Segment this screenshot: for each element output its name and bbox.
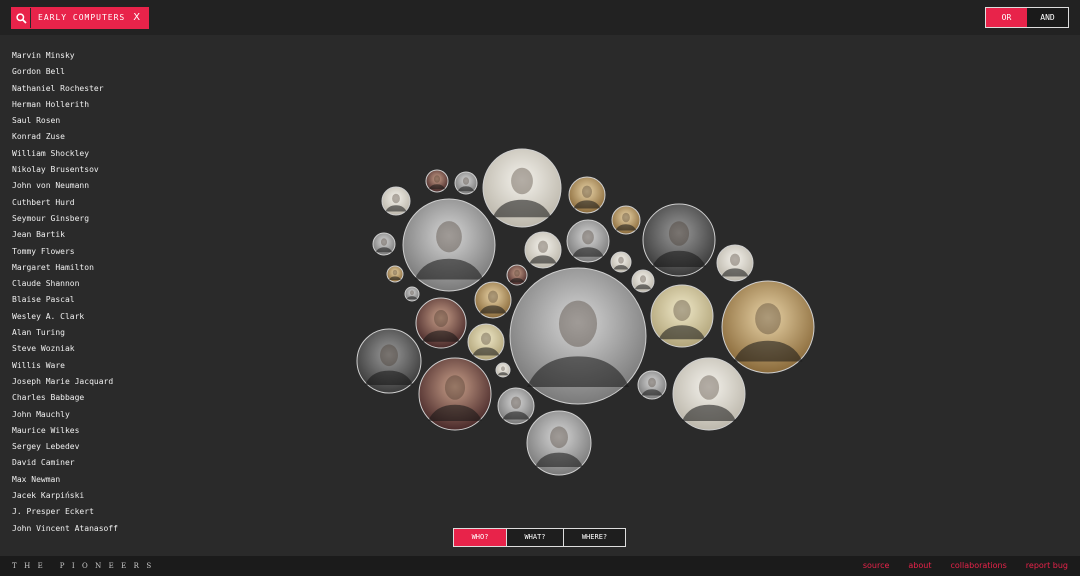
pioneer-portrait-bubble[interactable] bbox=[402, 198, 496, 292]
pioneer-portrait-bubble[interactable] bbox=[611, 205, 641, 235]
pioneer-portrait-bubble[interactable] bbox=[716, 244, 754, 282]
pioneer-list-item[interactable]: Willis Ware bbox=[12, 358, 118, 374]
pioneer-portrait-bubble[interactable] bbox=[672, 357, 746, 431]
search-icon[interactable] bbox=[12, 8, 31, 28]
pioneer-portrait-bubble[interactable] bbox=[524, 231, 562, 269]
view-tabs: WHO? WHAT? WHERE? bbox=[453, 528, 626, 547]
search-filter-tag[interactable]: EARLY COMPUTERS X bbox=[11, 7, 150, 29]
pioneer-list-item[interactable]: John Vincent Atanasoff bbox=[12, 521, 118, 537]
pioneer-list-item[interactable]: Saul Rosen bbox=[12, 113, 118, 129]
logic-and-button[interactable]: AND bbox=[1027, 8, 1068, 27]
search-filter-label: EARLY COMPUTERS bbox=[38, 13, 126, 22]
footer: THE PIONEERS source about collaborations… bbox=[0, 556, 1080, 576]
pioneer-list-item[interactable]: Jean Bartik bbox=[12, 227, 118, 243]
pioneer-portrait-bubble[interactable] bbox=[495, 362, 511, 378]
pioneer-list-item[interactable]: Gordon Bell bbox=[12, 64, 118, 80]
pioneer-portrait-bubble[interactable] bbox=[467, 323, 505, 361]
pioneer-list-item[interactable]: John Mauchly bbox=[12, 407, 118, 423]
pioneer-list: Marvin Minsky Gordon Bell Nathaniel Roches… bbox=[12, 48, 118, 537]
pioneer-list-item[interactable]: Margaret Hamilton bbox=[12, 260, 118, 276]
pioneer-portrait-bubble[interactable] bbox=[566, 219, 610, 263]
footer-link-report-bug[interactable]: report bug bbox=[1026, 560, 1068, 572]
footer-link-collaborations[interactable]: collaborations bbox=[951, 560, 1007, 572]
pioneer-portrait-bubble[interactable] bbox=[509, 267, 647, 405]
pioneer-portrait-bubble[interactable] bbox=[356, 328, 422, 394]
pioneer-portrait-bubble[interactable] bbox=[637, 370, 667, 400]
pioneer-list-item[interactable]: Blaise Pascal bbox=[12, 292, 118, 308]
pioneer-list-item[interactable]: Max Newman bbox=[12, 472, 118, 488]
logic-or-button[interactable]: OR bbox=[986, 8, 1027, 27]
logic-toggle: OR AND bbox=[985, 7, 1069, 28]
pioneer-portrait-bubble[interactable] bbox=[425, 169, 449, 193]
pioneer-list-item[interactable]: Marvin Minsky bbox=[12, 48, 118, 64]
pioneer-list-item[interactable]: Wesley A. Clark bbox=[12, 309, 118, 325]
top-bar: EARLY COMPUTERS X OR AND bbox=[0, 0, 1080, 35]
remove-filter-button[interactable]: X bbox=[131, 8, 148, 28]
pioneer-portrait-bubble[interactable] bbox=[418, 357, 492, 431]
pioneer-list-item[interactable]: John von Neumann bbox=[12, 178, 118, 194]
pioneer-list-item[interactable]: Alan Turing bbox=[12, 325, 118, 341]
pioneer-list-item[interactable]: Jacek Karpiński bbox=[12, 488, 118, 504]
pioneer-list-item[interactable]: Nathaniel Rochester bbox=[12, 81, 118, 97]
footer-link-source[interactable]: source bbox=[863, 560, 890, 572]
pioneer-portrait-bubble[interactable] bbox=[404, 286, 420, 302]
pioneer-portrait-bubble[interactable] bbox=[526, 410, 592, 476]
pioneer-list-item[interactable]: Maurice Wilkes bbox=[12, 423, 118, 439]
pioneer-list-item[interactable]: Joseph Marie Jacquard bbox=[12, 374, 118, 390]
pioneer-portrait-bubble[interactable] bbox=[497, 387, 535, 425]
pioneer-portrait-bubble[interactable] bbox=[721, 280, 815, 374]
pioneer-portrait-bubble[interactable] bbox=[415, 297, 467, 349]
pioneer-list-item[interactable]: Seymour Ginsberg bbox=[12, 211, 118, 227]
pioneer-portrait-bubble[interactable] bbox=[610, 251, 632, 273]
pioneer-list-item[interactable]: Cuthbert Hurd bbox=[12, 195, 118, 211]
tab-who[interactable]: WHO? bbox=[454, 529, 506, 546]
pioneer-portrait-bubble[interactable] bbox=[506, 264, 528, 286]
pioneer-portrait-bubble[interactable] bbox=[482, 148, 562, 228]
pioneer-list-item[interactable]: J. Presper Eckert bbox=[12, 504, 118, 520]
pioneer-list-item[interactable]: Nikolay Brusentsov bbox=[12, 162, 118, 178]
brand-logo: THE PIONEERS bbox=[12, 562, 159, 570]
pioneer-list-item[interactable]: Charles Babbage bbox=[12, 390, 118, 406]
pioneer-list-item[interactable]: David Caminer bbox=[12, 455, 118, 471]
footer-link-about[interactable]: about bbox=[908, 560, 931, 572]
pioneer-portrait-bubble[interactable] bbox=[454, 171, 478, 195]
pioneer-portrait-bubble[interactable] bbox=[642, 203, 716, 277]
tab-where[interactable]: WHERE? bbox=[563, 529, 625, 546]
pioneer-portrait-bubble[interactable] bbox=[381, 186, 411, 216]
pioneer-list-item[interactable]: Herman Hollerith bbox=[12, 97, 118, 113]
footer-links: source about collaborations report bug bbox=[844, 560, 1068, 572]
pioneer-list-item[interactable]: Konrad Zuse bbox=[12, 129, 118, 145]
pioneer-portrait-bubble[interactable] bbox=[631, 269, 655, 293]
tab-what[interactable]: WHAT? bbox=[506, 529, 563, 546]
pioneer-list-item[interactable]: Steve Wozniak bbox=[12, 341, 118, 357]
pioneer-portrait-bubble[interactable] bbox=[386, 265, 404, 283]
pioneer-list-item[interactable]: William Shockley bbox=[12, 146, 118, 162]
pioneer-list-item[interactable]: Claude Shannon bbox=[12, 276, 118, 292]
pioneer-bubble-cluster bbox=[356, 148, 815, 476]
pioneer-portrait-bubble[interactable] bbox=[372, 232, 396, 256]
pioneer-portrait-bubble[interactable] bbox=[474, 281, 512, 319]
pioneer-portrait-bubble[interactable] bbox=[650, 284, 714, 348]
pioneer-list-item[interactable]: Tommy Flowers bbox=[12, 244, 118, 260]
pioneer-list-item[interactable]: Sergey Lebedev bbox=[12, 439, 118, 455]
pioneer-portrait-bubble[interactable] bbox=[568, 176, 606, 214]
